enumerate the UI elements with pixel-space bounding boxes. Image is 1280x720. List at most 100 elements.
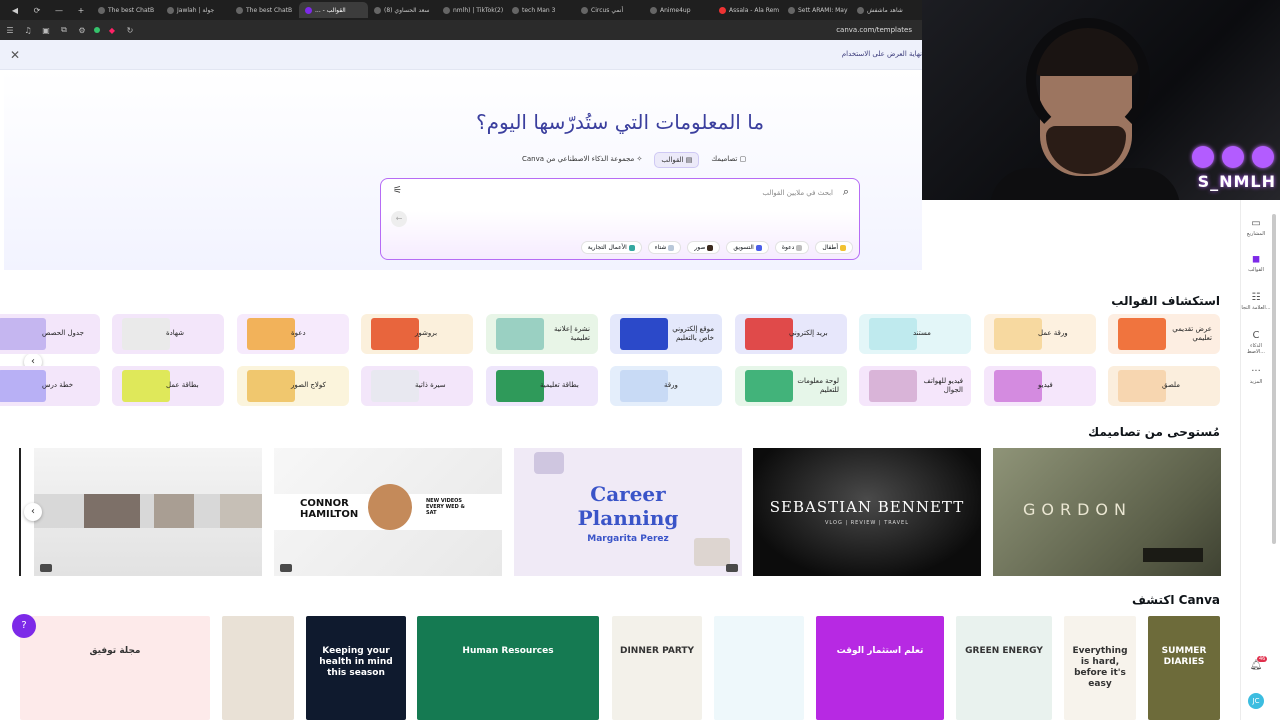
discover-template-card[interactable]: Keeping your health in mind this season [306,616,406,720]
chip-winter[interactable]: شتاء [647,241,682,254]
browser-tab[interactable]: Anime4up [644,2,713,18]
template-category-card[interactable]: دعوة [237,314,349,354]
discover-template-card[interactable]: مجلة توفيق [20,616,210,720]
design-card[interactable]: SEBASTIAN BENNETT VLOG | REVIEW | TRAVEL [753,448,981,576]
category-label: نشرة إعلانية تعليمية [553,324,590,342]
tab-label: القوالب - ... [315,6,346,14]
browser-tab[interactable]: Sett ARAMI: May [782,2,851,18]
chip-marketing[interactable]: التسويق [726,241,769,254]
discover-template-card[interactable] [714,616,804,720]
design-card[interactable]: Career Planning Margarita Perez [514,448,742,576]
scroll-left-arrow-icon[interactable]: ‹ [24,503,42,521]
template-category-card[interactable]: فيديو للهواتف الجوال [859,366,971,406]
sidebar-item-ai[interactable]: C الذكاء الاصط... [1241,330,1271,355]
browser-tab[interactable]: nmlh) | TikTok(2) [437,2,506,18]
browser-tab[interactable]: The best ChatB [92,2,161,18]
browser-back-icon[interactable]: ◀ [4,6,26,15]
address-bar[interactable]: canva.com/templates [836,26,918,34]
browser-tab[interactable]: The best ChatB [230,2,299,18]
category-thumbnail [994,370,1042,402]
discover-template-card[interactable]: Human Resources [417,616,599,720]
template-category-card[interactable]: ملصق [1108,366,1220,406]
chip-invitation[interactable]: دعوة [774,241,810,254]
template-category-card[interactable]: فيديو [984,366,1096,406]
template-category-card[interactable]: كولاج الصور [237,366,349,406]
template-category-card[interactable]: شهادة [112,314,224,354]
discover-template-card[interactable]: Everything is hard, before it's easy [1064,616,1136,720]
browser-tab[interactable]: جولة | Jawlah [161,2,230,18]
copy-icon[interactable]: ⧉ [58,25,70,35]
filter-icon[interactable]: ⚟ [393,185,402,196]
browser-tab-active[interactable]: القوالب - ... [299,2,368,18]
discover-template-card[interactable]: DINNER PARTY [612,616,702,720]
template-category-card[interactable]: بطاقة عمل [112,366,224,406]
template-category-card[interactable]: جدول الحصص [0,314,100,354]
template-category-card[interactable]: سيرة ذاتية [361,366,473,406]
menu-icon[interactable]: ☰ [4,26,16,35]
browser-tab[interactable]: tech Man 3 [506,2,575,18]
template-category-card[interactable]: عرض تقديمي تعليمي [1108,314,1220,354]
discover-template-card[interactable] [222,616,294,720]
tab-favicon-icon [98,6,105,14]
tab-templates[interactable]: ▤ القوالب [654,152,700,168]
discover-template-card[interactable]: GREEN ENERGY [956,616,1052,720]
submit-arrow-icon[interactable]: ← [391,211,407,227]
template-category-card[interactable]: نشرة إعلانية تعليمية [486,314,598,354]
new-tab-icon[interactable]: + [70,6,92,15]
promo-text[interactable]: نهاية العرض على الاستخدام [842,50,922,58]
template-category-card[interactable]: موقع إلكتروني خاص بالتعليم [610,314,722,354]
browser-tab[interactable]: سعد الحساوي (8) [368,2,437,18]
discover-template-card[interactable]: SUMMER DIARIES [1148,616,1220,720]
sidebar-item-projects[interactable]: ▭ المشاريع [1241,218,1271,237]
extension-icon[interactable]: ⚙ [76,26,88,35]
chip-kids[interactable]: أطفال [815,241,853,254]
design-photo [220,494,262,528]
discover-card-text: تعلم استثمار الوقت [836,646,924,656]
browser-refresh-icon[interactable]: ⟳ [26,6,48,15]
browser-tab[interactable]: أنمي Circus [575,2,644,18]
template-category-card[interactable]: لوحة معلومات للتعليم [735,366,847,406]
chip-business[interactable]: الأعمال التجارية [580,241,642,254]
browser-tab[interactable]: Assala - Ala Rem [713,2,782,18]
template-category-card[interactable]: مستند [859,314,971,354]
tab-your-designs[interactable]: ▢ تصاميمك [705,152,752,168]
sidebar-item-more[interactable]: ··· المزيد [1241,366,1271,385]
tab-ai-suite[interactable]: ✧ مجموعة الذكاء الاصطناعي من Canva [516,152,648,168]
window-minimize-icon[interactable]: — [48,6,70,15]
account-avatar[interactable]: JC [1241,688,1271,709]
design-portrait [368,484,412,530]
browser-tab[interactable]: شاهد ماشفش [851,2,920,18]
screenshot-icon[interactable]: ▣ [40,26,52,35]
design-title-line2: Planning [577,506,679,530]
help-bubble-icon[interactable]: ? [12,614,36,638]
design-card[interactable]: CONNOR HAMILTON NEW VIDEOS EVERY WED & SA… [274,448,502,576]
chip-photos[interactable]: صور [687,241,721,254]
category-thumbnail [1118,370,1166,402]
inspired-heading: مُستوحى من تصاميمك [1088,425,1220,439]
sidebar-item-label: المشاريع [1246,231,1266,237]
category-label: موقع إلكتروني خاص بالتعليم [672,324,714,342]
template-category-card[interactable]: بطاقة تعليمية [486,366,598,406]
template-search-box[interactable]: ⌕ ابحث في ملايين القوالب ⚟ ← أطفال دعوة … [380,178,860,260]
template-category-card[interactable]: بريد إلكتروني [735,314,847,354]
design-subtitle: VLOG | REVIEW | TRAVEL [825,520,909,526]
design-card[interactable]: GORDON [993,448,1221,576]
brave-shield-icon[interactable]: ◆ [106,26,118,35]
template-category-card[interactable]: ورقة عمل [984,314,1096,354]
sidebar-item-brand[interactable]: ☷ العلامة التجا... [1241,292,1271,311]
template-category-card[interactable]: ورقة [610,366,722,406]
search-input[interactable]: ابحث في ملايين القوالب [762,189,833,197]
design-card[interactable] [34,448,262,576]
sidebar-item-templates[interactable]: ◼ القوالب [1241,254,1271,273]
category-thumbnail [247,318,295,350]
discover-template-card[interactable]: تعلم استثمار الوقت [816,616,944,720]
page-scrollbar[interactable] [1272,214,1276,544]
notifications-button[interactable]: 🔔︎ 46 [1241,656,1271,671]
reload-icon[interactable]: ↻ [124,26,136,35]
template-category-card[interactable]: خطة درس [0,366,100,406]
chip-thumb-icon [755,244,762,251]
bookmark-icon[interactable]: ♫ [22,26,34,35]
template-category-card[interactable]: بروشور [361,314,473,354]
category-thumbnail [1118,318,1166,350]
close-icon[interactable]: ✕ [10,48,20,62]
